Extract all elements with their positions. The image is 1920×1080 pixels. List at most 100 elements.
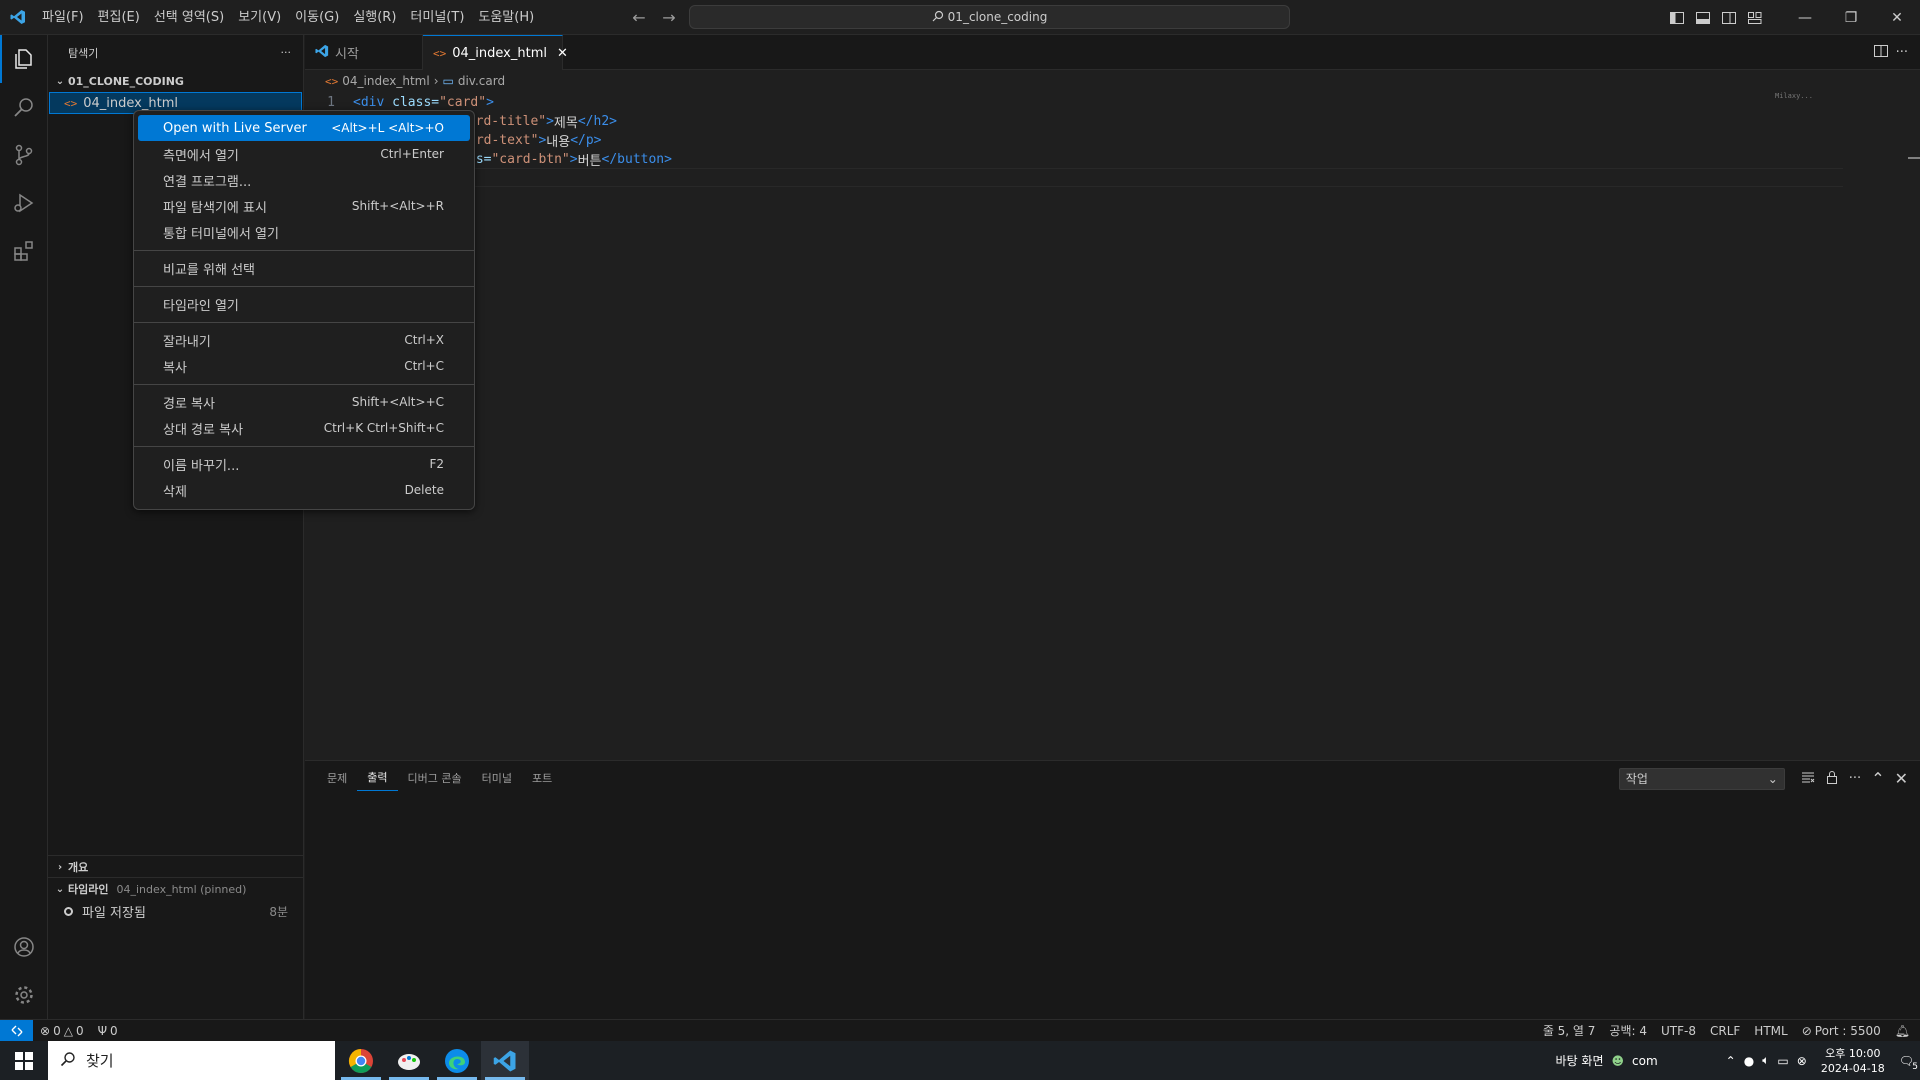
toggle-panel-icon[interactable] — [1690, 5, 1716, 31]
output-channel-select[interactable]: 작업 ⌄ — [1618, 767, 1785, 790]
vscode-taskbar-icon[interactable] — [481, 1041, 529, 1080]
encoding[interactable]: UTF-8 — [1654, 1024, 1703, 1038]
clock-time: 오후 10:00 — [1825, 1046, 1881, 1060]
code-token: "card-btn" — [491, 152, 570, 167]
menu-item-shortcut: Ctrl+X — [404, 333, 444, 347]
minimap[interactable]: Milaxy... — [1775, 92, 1835, 102]
tab-debug-console[interactable]: 디버그 콘솔 — [398, 767, 472, 791]
tab-index-html[interactable]: <> 04_index_html ✕ — [423, 35, 568, 70]
tab-terminal[interactable]: 터미널 — [472, 767, 522, 791]
menu-go[interactable]: 이동(G) — [288, 0, 346, 35]
status-bar: ⊗ 0 △ 0 Ψ 0 줄 5, 열 7 공백: 4 UTF-8 CRLF HT… — [0, 1019, 1920, 1042]
chevron-up-icon[interactable]: ⌃ — [1726, 1054, 1736, 1068]
timeline-entry[interactable]: 파일 저장됨 8분 — [48, 900, 304, 922]
clear-output-icon[interactable] — [1801, 769, 1815, 788]
radio-tower-icon: Ψ — [97, 1023, 108, 1038]
clock[interactable]: 오후 10:00 2024-04-18 — [1815, 1046, 1891, 1076]
outline-header[interactable]: › 개요 — [48, 856, 304, 878]
command-center[interactable]: 01_clone_coding — [689, 5, 1290, 29]
context-menu-item[interactable]: 상대 경로 복사 Ctrl+K Ctrl+Shift+C — [138, 415, 470, 441]
context-menu-item[interactable]: 삭제 Delete — [138, 477, 470, 503]
folder-section-header[interactable]: ⌄ 01_CLONE_CODING — [48, 70, 303, 92]
edge-icon[interactable] — [433, 1041, 481, 1080]
close-panel-icon[interactable]: ✕ — [1895, 769, 1908, 788]
back-arrow-icon[interactable]: ← — [628, 7, 650, 29]
context-menu-item[interactable]: 파일 탐색기에 표시 Shift+<Alt>+R — [138, 193, 470, 219]
network-icon[interactable]: ▭ — [1777, 1054, 1788, 1068]
breadcrumb-symbol[interactable]: div.card — [458, 74, 505, 88]
context-menu-item[interactable]: 잘라내기 Ctrl+X — [138, 327, 470, 353]
customize-layout-icon[interactable] — [1742, 5, 1768, 31]
menu-selection[interactable]: 선택 영역(S) — [147, 0, 231, 35]
context-menu-item[interactable]: 비교를 위해 선택 — [138, 255, 470, 281]
context-menu-item[interactable]: 복사 Ctrl+C — [138, 353, 470, 379]
menu-item-label: 경로 복사 — [163, 396, 215, 412]
menu-file[interactable]: 파일(F) — [35, 0, 91, 35]
cursor-position[interactable]: 줄 5, 열 7 — [1536, 1022, 1603, 1039]
run-debug-icon[interactable] — [0, 179, 48, 227]
chat-icon[interactable]: ● — [1744, 1054, 1754, 1068]
context-menu-item[interactable]: 통합 터미널에서 열기 — [138, 219, 470, 245]
menu-help[interactable]: 도움말(H) — [471, 0, 541, 35]
language-mode[interactable]: HTML — [1747, 1024, 1794, 1038]
taskbar-search[interactable]: 찾기 — [48, 1041, 335, 1080]
volume-icon[interactable]: 🔈︎ — [1762, 1053, 1769, 1068]
close-tab-icon[interactable]: ✕ — [557, 46, 568, 61]
restore-icon[interactable]: ❐ — [1828, 0, 1874, 35]
context-menu-item[interactable]: Open with Live Server <Alt>+L <Alt>+O — [138, 115, 470, 141]
context-menu-item[interactable]: 경로 복사 Shift+<Alt>+C — [138, 389, 470, 415]
user-label[interactable]: com — [1632, 1054, 1658, 1068]
system-tray: 바탕 화면 ☻ com ⌃ ● 🔈︎ ▭ ⊗ 오후 10:00 2024-04-… — [1556, 1041, 1920, 1080]
extensions-icon[interactable] — [0, 227, 48, 275]
lock-scroll-icon[interactable] — [1825, 769, 1839, 788]
code-token: </h2> — [577, 114, 617, 129]
settings-gear-icon[interactable] — [0, 971, 48, 1019]
warning-icon: △ — [63, 1023, 73, 1038]
problems-status[interactable]: ⊗ 0 △ 0 — [33, 1024, 91, 1038]
close-window-icon[interactable]: ✕ — [1874, 0, 1920, 35]
explorer-icon[interactable] — [0, 35, 48, 83]
notifications-bell-icon[interactable]: 🔔︎ — [1888, 1024, 1920, 1038]
menu-view[interactable]: 보기(V) — [231, 0, 288, 35]
context-menu-item[interactable]: 측면에서 열기 Ctrl+Enter — [138, 141, 470, 167]
desktop-toolbar[interactable]: 바탕 화면 — [1556, 1052, 1604, 1069]
search-view-icon[interactable] — [0, 83, 48, 131]
menu-terminal[interactable]: 터미널(T) — [403, 0, 471, 35]
end-of-line[interactable]: CRLF — [1703, 1024, 1747, 1038]
notification-center-icon[interactable]: 🗨︎ 5 — [1899, 1054, 1918, 1072]
more-actions-icon[interactable]: ··· — [281, 46, 292, 59]
timeline-header[interactable]: ⌄ 타임라인 04_index_html (pinned) — [48, 878, 304, 900]
chrome-icon[interactable] — [337, 1041, 385, 1080]
forward-arrow-icon[interactable]: → — [658, 7, 680, 29]
context-menu-item[interactable]: 이름 바꾸기... F2 — [138, 451, 470, 477]
maximize-panel-icon[interactable]: ⌃ — [1871, 769, 1884, 788]
source-control-icon[interactable] — [0, 131, 48, 179]
tab-welcome[interactable]: 시작 — [305, 35, 423, 70]
context-menu-item[interactable]: 타임라인 열기 — [138, 291, 470, 317]
more-editor-actions-icon[interactable]: ··· — [1896, 45, 1908, 60]
menu-item-label: Open with Live Server — [163, 120, 307, 136]
live-server-status[interactable]: ⊘ Port : 5500 — [1795, 1024, 1888, 1038]
code-line-1: 1 <div class= "card" > — [305, 93, 1920, 112]
indentation[interactable]: 공백: 4 — [1602, 1022, 1654, 1039]
breadcrumb-file[interactable]: 04_index_html — [342, 74, 429, 88]
accounts-icon[interactable] — [0, 923, 48, 971]
minimize-icon[interactable]: — — [1782, 0, 1828, 35]
menu-run[interactable]: 실행(R) — [346, 0, 403, 35]
code-editor[interactable]: 1 <div class= "card" > card-title" > 제목 </h2> … — [305, 92, 1920, 760]
toggle-primary-sidebar-icon[interactable] — [1664, 5, 1690, 31]
menu-edit[interactable]: 편집(E) — [91, 0, 147, 35]
tab-ports[interactable]: 포트 — [522, 767, 562, 791]
paint-app-icon[interactable] — [385, 1041, 433, 1080]
split-editor-icon[interactable] — [1873, 43, 1888, 62]
tab-problems[interactable]: 문제 — [317, 767, 357, 791]
code-token: class= — [384, 95, 440, 110]
more-panel-actions-icon[interactable]: ··· — [1849, 771, 1861, 786]
context-menu-item[interactable]: 연결 프로그램... — [138, 167, 470, 193]
remote-indicator-icon[interactable] — [0, 1019, 33, 1042]
toggle-secondary-sidebar-icon[interactable] — [1716, 5, 1742, 31]
ports-status[interactable]: Ψ 0 — [91, 1024, 125, 1038]
windows-start-icon[interactable] — [0, 1041, 48, 1080]
tab-output[interactable]: 출력 — [357, 766, 398, 791]
sync-icon[interactable]: ⊗ — [1797, 1054, 1807, 1068]
